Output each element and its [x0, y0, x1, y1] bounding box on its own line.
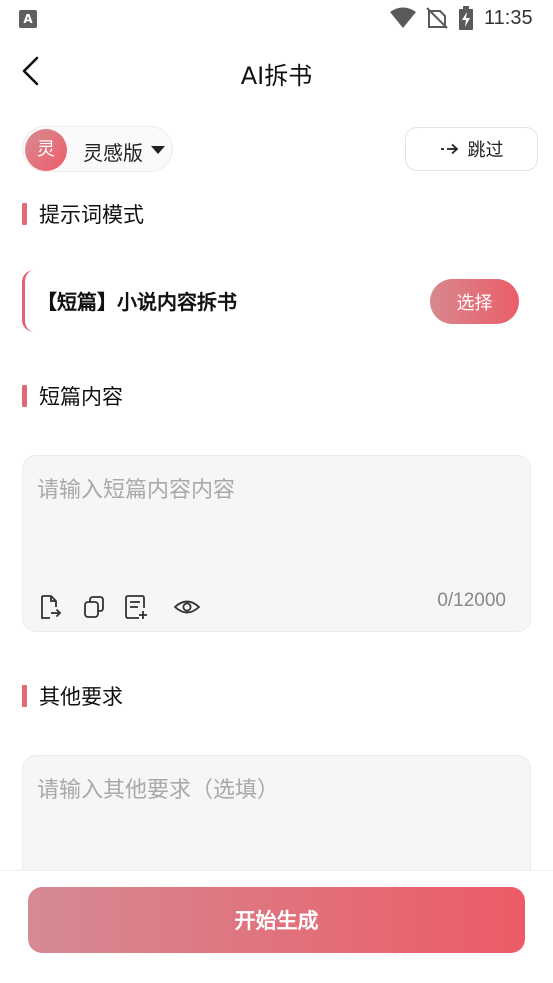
char-counter: 0/12000	[437, 590, 506, 611]
no-sim-icon	[426, 7, 448, 29]
select-prompt-button[interactable]: 选择	[430, 279, 519, 324]
add-note-icon[interactable]	[123, 594, 149, 620]
eye-icon[interactable]	[173, 594, 201, 620]
start-generate-button[interactable]: 开始生成	[28, 887, 525, 953]
prompt-mode-title: 【短篇】小说内容拆书	[37, 290, 237, 314]
app-notification-icon: A	[19, 10, 37, 28]
section-accent-bar	[22, 203, 27, 225]
version-selector[interactable]: 灵 灵感版	[22, 126, 173, 172]
version-label: 灵感版	[83, 141, 143, 165]
version-avatar: 灵	[25, 129, 67, 171]
status-bar: A 11:35	[0, 0, 553, 38]
caret-down-icon	[151, 146, 165, 154]
content-placeholder: 请输入短篇内容内容	[37, 478, 236, 503]
skip-label: 跳过	[467, 140, 504, 161]
section-accent-bar	[22, 685, 27, 707]
status-time: 11:35	[484, 7, 533, 29]
section-title: 提示词模式	[39, 203, 144, 227]
section-accent-bar	[22, 385, 27, 407]
file-import-icon[interactable]	[37, 594, 63, 620]
content-input[interactable]: 请输入短篇内容内容 0/12000	[22, 455, 531, 632]
copy-icon[interactable]	[81, 594, 107, 620]
arrow-right-icon	[440, 143, 458, 155]
app-screen: A 11:35 AI拆书 灵 灵感版 跳过 提示词模式 【短篇】小说内容拆书 选…	[0, 0, 553, 983]
skip-button[interactable]: 跳过	[405, 127, 538, 171]
battery-charging-icon	[459, 6, 473, 30]
wifi-icon	[390, 7, 416, 28]
prompt-mode-card: 【短篇】小说内容拆书 选择	[22, 270, 532, 332]
page-title: AI拆书	[240, 62, 313, 90]
requirements-placeholder: 请输入其他要求（选填）	[37, 778, 280, 803]
section-title: 其他要求	[39, 685, 123, 709]
section-title: 短篇内容	[39, 385, 123, 409]
